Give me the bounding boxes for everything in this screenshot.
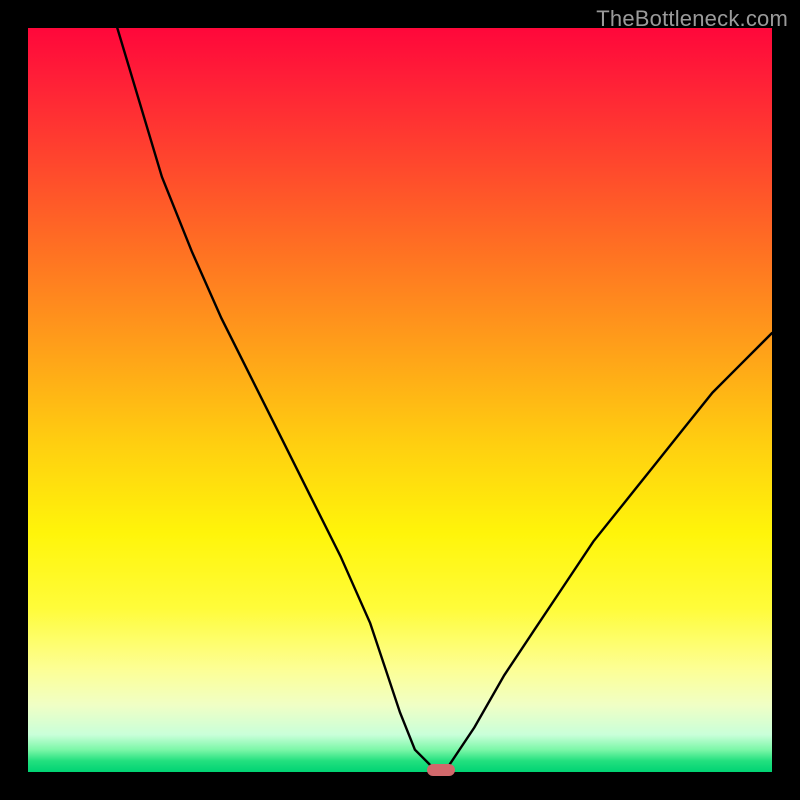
minimum-marker	[427, 764, 455, 776]
chart-frame: TheBottleneck.com	[0, 0, 800, 800]
bottleneck-curve	[28, 28, 772, 772]
watermark-text: TheBottleneck.com	[596, 6, 788, 32]
plot-area	[28, 28, 772, 772]
curve-right	[445, 333, 772, 772]
curve-left	[117, 28, 437, 772]
